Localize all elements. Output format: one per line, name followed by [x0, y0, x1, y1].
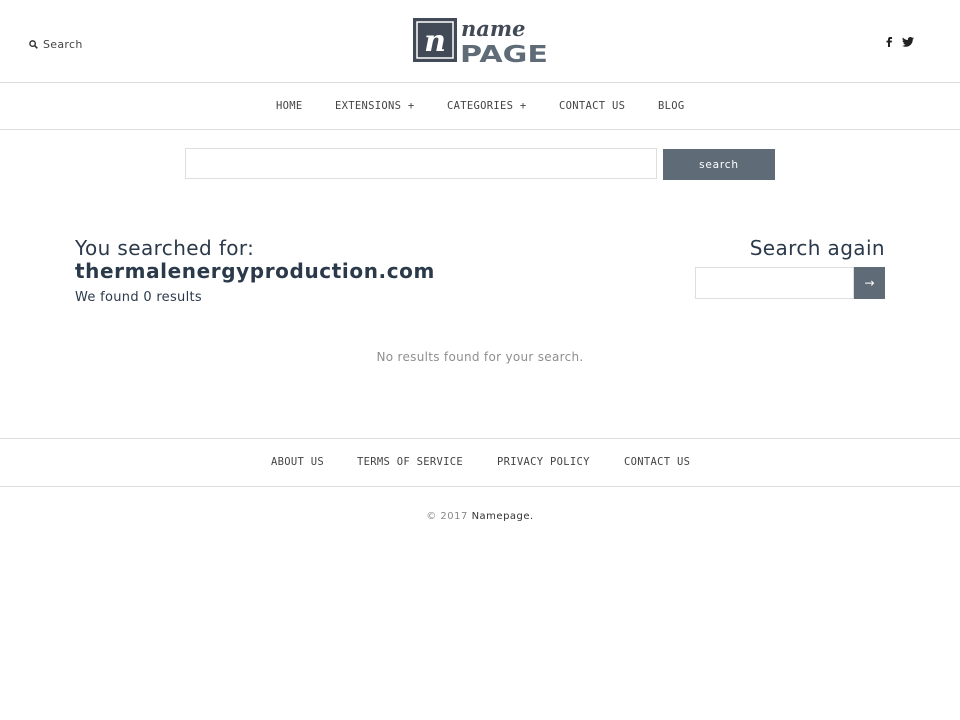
results-heading: You searched for:	[75, 236, 255, 260]
copyright-brand-link[interactable]: Namepage.	[472, 511, 534, 522]
facebook-link[interactable]	[886, 37, 892, 47]
arrow-right-icon: →	[864, 276, 875, 290]
nav-item-categories[interactable]: CATEGORIES +	[447, 100, 526, 112]
twitter-icon	[902, 37, 914, 47]
results-count: We found 0 results	[75, 290, 202, 305]
footer-link-privacy-policy[interactable]: PRIVACY POLICY	[497, 456, 590, 468]
header-search-label: Search	[43, 38, 83, 51]
copyright-year: © 2017	[426, 511, 468, 522]
search-again-input[interactable]	[695, 267, 854, 299]
main-search-input[interactable]	[185, 148, 657, 179]
search-again-heading: Search again	[749, 236, 885, 260]
search-query: thermalenergyproduction.com	[75, 259, 435, 283]
site-logo[interactable]: n name PAGE	[412, 17, 552, 65]
nav-item-contact-us[interactable]: CONTACT US	[559, 100, 625, 112]
site-header: Search n name PAGE	[0, 0, 960, 83]
footer-link-contact-us[interactable]: CONTACT US	[624, 456, 690, 468]
social-links	[886, 37, 914, 47]
search-icon	[29, 40, 38, 49]
copyright: © 2017 Namepage.	[0, 511, 960, 522]
facebook-icon	[886, 37, 892, 47]
logo-word-bottom: PAGE	[460, 42, 548, 65]
header-search-toggle[interactable]: Search	[29, 38, 83, 51]
twitter-link[interactable]	[902, 37, 914, 47]
logo-word-top: name	[461, 17, 525, 41]
nav-item-extensions[interactable]: EXTENSIONS +	[335, 100, 414, 112]
logo-mark-text: n	[424, 24, 446, 59]
search-again-button[interactable]: →	[854, 267, 885, 299]
no-results-message: No results found for your search.	[376, 350, 584, 364]
nav-item-home[interactable]: HOME	[276, 100, 303, 112]
main-search-button[interactable]: search	[663, 149, 775, 180]
nav-item-blog[interactable]: BLOG	[658, 100, 685, 112]
footer-link-terms-of-service[interactable]: TERMS OF SERVICE	[357, 456, 463, 468]
main-nav: HOME EXTENSIONS + CATEGORIES + CONTACT U…	[0, 83, 960, 130]
footer-link-about-us[interactable]: ABOUT US	[271, 456, 324, 468]
footer-nav: ABOUT US TERMS OF SERVICE PRIVACY POLICY…	[0, 438, 960, 487]
